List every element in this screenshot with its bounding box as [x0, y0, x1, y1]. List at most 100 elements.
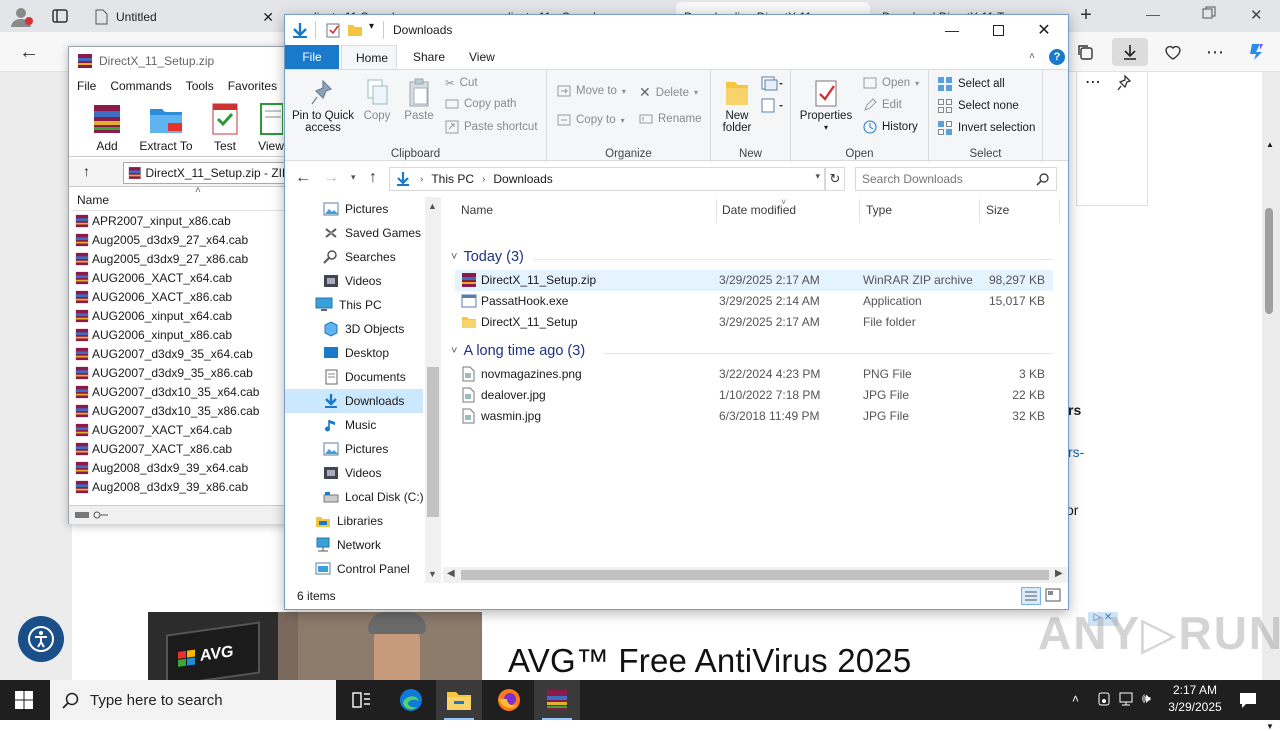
- taskbar-firefox[interactable]: [486, 680, 532, 720]
- network-icon[interactable]: [1118, 691, 1136, 707]
- system-clock[interactable]: 2:17 AM 3/29/2025: [1160, 682, 1230, 718]
- nav-back-icon[interactable]: ←: [295, 169, 311, 187]
- taskbar-edge[interactable]: [388, 680, 434, 720]
- column-header-date[interactable]: Date modified: [722, 203, 796, 217]
- nav-item-libraries[interactable]: Libraries: [285, 509, 423, 533]
- browser-tab-untitled[interactable]: Untitled ✕: [86, 2, 282, 32]
- minimize-browser-icon[interactable]: —: [1146, 6, 1166, 26]
- address-dropdown-icon[interactable]: ▾: [815, 171, 820, 182]
- ribbon-tab-file[interactable]: File: [285, 45, 339, 69]
- large-icons-view-icon[interactable]: [1045, 588, 1063, 604]
- cut-button[interactable]: ✂ Cut: [445, 76, 478, 90]
- nav-item-3d-objects[interactable]: 3D Objects: [285, 317, 423, 341]
- file-row[interactable]: novmagazines.png 3/22/2024 4:23 PM PNG Fil…: [455, 364, 1053, 385]
- details-view-icon[interactable]: [1021, 587, 1041, 605]
- quick-access-downloads-icon[interactable]: [291, 21, 309, 39]
- file-row[interactable]: wasmin.jpg 6/3/2018 11:49 PM JPG File 32 KB: [455, 406, 1053, 427]
- nav-up-icon[interactable]: ↑: [369, 169, 377, 187]
- customize-qa-icon[interactable]: ▾: [369, 21, 374, 32]
- notification-center-icon[interactable]: [1238, 690, 1258, 710]
- file-row[interactable]: DirectX_11_Setup.zip 3/29/2025 2:17 AM Win…: [455, 270, 1053, 291]
- avg-ad-banner[interactable]: AVG: [148, 612, 482, 680]
- winrar-title-bar[interactable]: DirectX_11_Setup.zip: [69, 47, 289, 75]
- winrar-menu-file[interactable]: File: [77, 79, 96, 93]
- explorer-maximize-icon[interactable]: [975, 15, 1021, 45]
- ad-headline[interactable]: AVG™ Free AntiVirus 2025: [508, 642, 911, 680]
- copy-to-button[interactable]: Copy to ▾: [557, 113, 625, 127]
- explorer-minimize-icon[interactable]: —: [929, 15, 975, 45]
- browser-essentials-icon[interactable]: [1158, 38, 1188, 66]
- nav-item-this-pc[interactable]: This PC: [285, 293, 423, 317]
- copilot-icon[interactable]: [1242, 38, 1272, 66]
- up-folder-icon[interactable]: ↑: [83, 163, 90, 179]
- navigation-scrollbar[interactable]: ▲ ▼: [425, 197, 441, 583]
- history-button[interactable]: History: [863, 120, 918, 134]
- column-header-type[interactable]: Type: [866, 203, 892, 217]
- winrar-file-row[interactable]: Aug2008_d3dx9_39_x64.cab: [71, 458, 287, 477]
- explorer-title-bar[interactable]: ▾ Downloads — ✕: [285, 15, 1068, 45]
- nav-item-downloads[interactable]: Downloads: [285, 389, 423, 413]
- winrar-file-row[interactable]: AUG2006_xinput_x64.cab: [71, 306, 287, 325]
- copy-button[interactable]: Copy: [359, 78, 395, 122]
- nav-item-network[interactable]: Network: [285, 533, 423, 557]
- winrar-file-row[interactable]: Aug2008_d3dx9_39_x86.cab: [71, 477, 287, 496]
- explorer-close-icon[interactable]: ✕: [1021, 15, 1067, 45]
- new-tab-icon[interactable]: +: [1074, 4, 1098, 28]
- taskbar-search-box[interactable]: Type here to search: [50, 680, 336, 720]
- paste-button[interactable]: Paste: [399, 78, 439, 122]
- taskbar-winrar[interactable]: [534, 680, 580, 720]
- column-header-name[interactable]: Name: [461, 203, 493, 217]
- rename-button[interactable]: Rename: [639, 113, 701, 125]
- winrar-file-row[interactable]: AUG2007_d3dx10_35_x64.cab: [71, 382, 287, 401]
- recent-locations-icon[interactable]: ▾: [351, 172, 356, 183]
- select-all-button[interactable]: Select all: [937, 76, 1005, 92]
- downloads-icon[interactable]: [1112, 38, 1148, 66]
- new-folder-qa-icon[interactable]: [347, 22, 363, 38]
- task-view-button[interactable]: [338, 680, 384, 720]
- show-hidden-icons[interactable]: ˄: [1072, 692, 1079, 706]
- file-group-header[interactable]: ˅ Today (3): [451, 249, 524, 265]
- new-folder-button[interactable]: New folder: [715, 78, 759, 134]
- more-options-icon[interactable]: ⋯: [1200, 38, 1230, 66]
- nav-item-desktop[interactable]: Desktop: [285, 341, 423, 365]
- breadcrumb-this-pc[interactable]: This PC: [431, 172, 474, 186]
- pin-to-quick-access-button[interactable]: Pin to Quick access: [289, 78, 357, 134]
- file-row[interactable]: PassatHook.exe 3/29/2025 2:14 AM Applicati…: [455, 291, 1053, 312]
- collapse-ribbon-icon[interactable]: ˄: [1029, 51, 1035, 62]
- winrar-add-button[interactable]: Add: [81, 101, 133, 153]
- winrar-file-row[interactable]: AUG2007_d3dx10_35_x86.cab: [71, 401, 287, 420]
- winrar-file-row[interactable]: AUG2007_XACT_x86.cab: [71, 439, 287, 458]
- more-icon[interactable]: ⋯: [1085, 72, 1101, 92]
- winrar-file-row[interactable]: AUG2007_XACT_x64.cab: [71, 420, 287, 439]
- properties-button[interactable]: Properties ▾: [793, 78, 859, 134]
- move-to-button[interactable]: Move to ▾: [557, 84, 626, 98]
- file-group-header[interactable]: ˅ A long time ago (3): [451, 343, 585, 359]
- help-icon[interactable]: ?: [1049, 49, 1065, 65]
- profile-avatar[interactable]: [8, 4, 34, 28]
- copy-path-button[interactable]: Copy path: [445, 98, 516, 110]
- start-button[interactable]: [0, 680, 48, 720]
- accessibility-widget-button[interactable]: [18, 616, 64, 662]
- nav-item-documents[interactable]: Documents: [285, 365, 423, 389]
- collections-icon[interactable]: [1070, 38, 1100, 66]
- horizontal-scrollbar[interactable]: ◀ ▶: [443, 567, 1068, 583]
- taskbar-file-explorer[interactable]: [436, 680, 482, 720]
- ribbon-tab-home[interactable]: Home: [341, 45, 397, 69]
- volume-icon[interactable]: 🕪: [1142, 690, 1151, 707]
- winrar-extract-to-button[interactable]: Extract To: [137, 101, 195, 153]
- nav-item-local-disk-c[interactable]: Local Disk (C:): [285, 485, 424, 509]
- refresh-icon[interactable]: ↻: [825, 167, 845, 191]
- winrar-menu-commands[interactable]: Commands: [110, 79, 171, 93]
- tab-actions-icon[interactable]: [50, 6, 72, 26]
- open-button[interactable]: Open ▾: [863, 76, 919, 90]
- pin-icon[interactable]: [1117, 74, 1133, 92]
- close-tab-icon[interactable]: ✕: [262, 9, 274, 26]
- winrar-file-row[interactable]: AUG2006_XACT_x64.cab: [71, 268, 287, 287]
- nav-item-searches[interactable]: Searches: [285, 245, 423, 269]
- paste-shortcut-button[interactable]: Paste shortcut: [445, 120, 538, 134]
- winrar-test-button[interactable]: Test: [199, 101, 251, 153]
- new-item-icon[interactable]: [761, 76, 783, 92]
- nav-item-control-panel[interactable]: Control Panel: [285, 557, 423, 581]
- nav-item-pictures[interactable]: Pictures: [285, 437, 423, 461]
- winrar-file-row[interactable]: AUG2007_d3dx9_35_x86.cab: [71, 363, 287, 382]
